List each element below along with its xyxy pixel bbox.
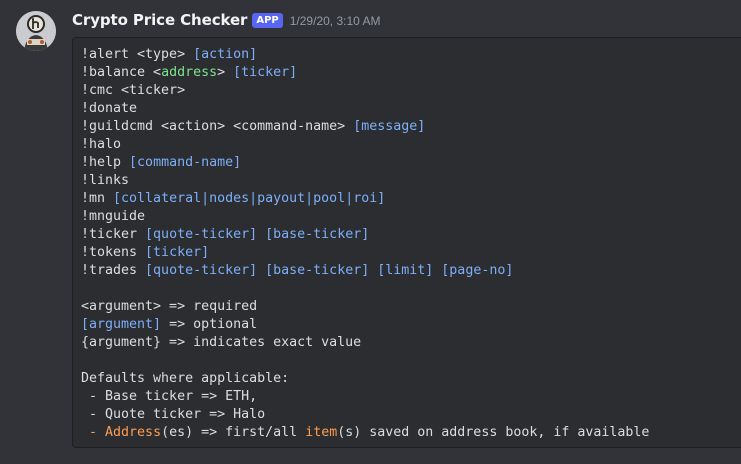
avatar[interactable] — [16, 11, 56, 51]
code-token: [base-ticker] — [265, 263, 370, 278]
code-token: [quote-ticker] — [145, 263, 258, 278]
code-line: !help [command-name] — [81, 154, 649, 172]
code-line: !trades [quote-ticker] [base-ticker] [li… — [81, 262, 649, 280]
username[interactable]: Crypto Price Checker — [72, 11, 247, 29]
code-token: item — [305, 425, 338, 440]
code-line: !mnguide — [81, 208, 649, 226]
code-line: !tokens [ticker] — [81, 244, 649, 262]
code-token: => optional — [161, 317, 258, 332]
code-token: [message] — [353, 119, 426, 134]
code-token: [limit] — [377, 263, 434, 278]
code-line: <argument> => required — [81, 298, 649, 316]
code-token: !ticker — [81, 227, 146, 242]
code-line: - Quote ticker => Halo — [81, 406, 649, 424]
code-token: - Quote ticker => Halo — [81, 407, 266, 422]
message-header: Crypto Price Checker APP 1/29/20, 3:10 A… — [72, 9, 380, 31]
code-token: Address — [105, 425, 162, 440]
code-line: !donate — [81, 100, 649, 118]
code-token: [quote-ticker] — [145, 227, 258, 242]
code-token: !tokens — [81, 245, 146, 260]
code-token: [command-name] — [129, 155, 242, 170]
code-token: [collateral|nodes|payout|pool|roi] — [113, 191, 386, 206]
code-token: (s) saved on address book, if available — [337, 425, 650, 440]
code-token: address — [161, 65, 218, 80]
code-token: - Base ticker => ETH, — [81, 389, 258, 404]
bot-avatar-icon — [16, 11, 56, 51]
code-token: [action] — [193, 47, 258, 62]
code-line: !halo — [81, 136, 649, 154]
app-badge: APP — [252, 13, 283, 28]
code-token: (es) => first/all — [161, 425, 306, 440]
code-token: !mnguide — [81, 209, 146, 224]
code-line: !alert <type> [action] — [81, 46, 649, 64]
code-token: [base-ticker] — [265, 227, 370, 242]
code-token: <argument> => required — [81, 299, 258, 314]
code-token: !balance < — [81, 65, 162, 80]
code-token: Defaults where applicable: — [81, 371, 290, 386]
code-line: - Base ticker => ETH, — [81, 388, 649, 406]
code-token: [ticker] — [145, 245, 210, 260]
code-content: !alert <type> [action] !balance <address>… — [81, 46, 649, 442]
code-line: !balance <address> [ticker] — [81, 64, 649, 82]
code-token: !trades — [81, 263, 146, 278]
code-token: [page-no] — [441, 263, 514, 278]
code-line: - Address(es) => first/all item(s) saved… — [81, 424, 649, 442]
code-token: > — [217, 65, 234, 80]
code-token: !donate — [81, 101, 138, 116]
code-token: !cmc <ticker> — [81, 83, 186, 98]
code-line: !links — [81, 172, 649, 190]
code-line: !mn [collateral|nodes|payout|pool|roi] — [81, 190, 649, 208]
code-block: !alert <type> [action] !balance <address>… — [72, 37, 741, 448]
code-token: {argument} => indicates exact value — [81, 335, 362, 350]
code-token: !alert <type> — [81, 47, 194, 62]
code-token: [ticker] — [233, 65, 298, 80]
code-token: !mn — [81, 191, 114, 206]
code-line: [argument] => optional — [81, 316, 649, 334]
code-token: !guildcmd <action> <command-name> — [81, 119, 354, 134]
code-token: !help — [81, 155, 130, 170]
chat-message: Crypto Price Checker APP 1/29/20, 3:10 A… — [0, 0, 741, 464]
code-line: !ticker [quote-ticker] [base-ticker] — [81, 226, 649, 244]
code-token: [argument] — [81, 317, 162, 332]
code-token: !links — [81, 173, 130, 188]
code-line: Defaults where applicable: — [81, 370, 649, 388]
code-token: - — [81, 425, 106, 440]
code-line: !guildcmd <action> <command-name> [messa… — [81, 118, 649, 136]
code-line: !cmc <ticker> — [81, 82, 649, 100]
timestamp[interactable]: 1/29/20, 3:10 AM — [290, 14, 381, 28]
code-token: !halo — [81, 137, 122, 152]
code-line: {argument} => indicates exact value — [81, 334, 649, 352]
